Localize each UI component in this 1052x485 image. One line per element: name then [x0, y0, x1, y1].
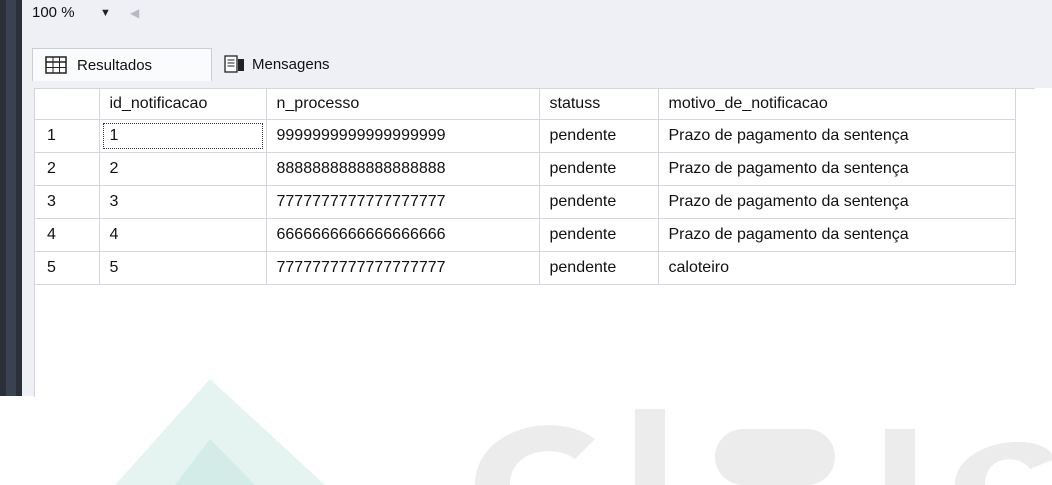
table-header-row: id_notificacao n_processo statuss motivo…	[35, 89, 1016, 120]
table-cell[interactable]: 3	[99, 185, 267, 219]
row-number[interactable]: 2	[35, 152, 100, 186]
tab-resultados[interactable]: Resultados	[32, 48, 212, 81]
column-header-motivo-de-notificacao[interactable]: motivo_de_notificacao	[658, 89, 1016, 120]
results-grid[interactable]: id_notificacao n_processo statuss motivo…	[34, 88, 1052, 485]
messages-document-icon	[224, 55, 246, 73]
table-row: 1 1 9999999999999999999 pendente Prazo d…	[35, 119, 1016, 153]
table-cell[interactable]: Prazo de pagamento da sentença	[658, 119, 1016, 153]
tab-mensagens[interactable]: Mensagens	[214, 48, 366, 80]
table-row: 4 4 6666666666666666666 pendente Prazo d…	[35, 218, 1016, 252]
table-cell-selected[interactable]: 1	[99, 119, 267, 153]
row-number[interactable]: 4	[35, 218, 100, 252]
row-number[interactable]: 1	[35, 119, 100, 153]
results-tab-strip: Resultados Mensagens	[22, 30, 1052, 88]
grid-table-icon	[45, 56, 67, 74]
table-cell[interactable]: Prazo de pagamento da sentença	[658, 152, 1016, 186]
table-cell[interactable]: pendente	[539, 218, 659, 252]
table-cell[interactable]: 4	[99, 218, 267, 252]
table-cell[interactable]: 9999999999999999999	[266, 119, 540, 153]
results-toolbar: 100 % ▼ ◀	[22, 0, 1052, 31]
table-cell[interactable]: 7777777777777777777	[266, 251, 540, 285]
tab-mensagens-label: Mensagens	[252, 55, 330, 73]
watermark-logo	[115, 379, 1052, 485]
results-table: id_notificacao n_processo statuss motivo…	[35, 89, 1016, 285]
row-number[interactable]: 5	[35, 251, 100, 285]
table-cell[interactable]: caloteiro	[658, 251, 1016, 285]
zoom-dropdown[interactable]: 100 % ▼	[32, 3, 124, 23]
table-cell[interactable]: pendente	[539, 185, 659, 219]
grid-left-margin	[22, 88, 34, 396]
zoom-value: 100 %	[32, 4, 75, 21]
table-row: 2 2 8888888888888888888 pendente Prazo d…	[35, 152, 1016, 186]
table-cell[interactable]: Prazo de pagamento da sentença	[658, 218, 1016, 252]
table-cell[interactable]: 2	[99, 152, 267, 186]
table-row: 3 3 7777777777777777777 pendente Prazo d…	[35, 185, 1016, 219]
scroll-left-icon[interactable]: ◀	[130, 3, 139, 23]
table-cell[interactable]: pendente	[539, 152, 659, 186]
chevron-down-icon[interactable]: ▼	[100, 3, 111, 23]
table-cell[interactable]: 7777777777777777777	[266, 185, 540, 219]
table-cell[interactable]: Prazo de pagamento da sentença	[658, 185, 1016, 219]
editor-left-strip	[0, 0, 22, 396]
table-cell[interactable]: 5	[99, 251, 267, 285]
editor-left-strip-inner	[6, 0, 16, 396]
column-header-n-processo[interactable]: n_processo	[266, 89, 540, 120]
table-cell[interactable]: 6666666666666666666	[266, 218, 540, 252]
tab-resultados-label: Resultados	[77, 56, 153, 74]
row-number[interactable]: 3	[35, 185, 100, 219]
column-header-id-notificacao[interactable]: id_notificacao	[99, 89, 267, 120]
table-row: 5 5 7777777777777777777 pendente calotei…	[35, 251, 1016, 285]
table-cell[interactable]: 8888888888888888888	[266, 152, 540, 186]
table-cell[interactable]: pendente	[539, 119, 659, 153]
column-header-statuss[interactable]: statuss	[539, 89, 659, 120]
column-header-rownum[interactable]	[35, 89, 100, 120]
table-cell[interactable]: pendente	[539, 251, 659, 285]
cell-focus-outline	[102, 123, 263, 149]
